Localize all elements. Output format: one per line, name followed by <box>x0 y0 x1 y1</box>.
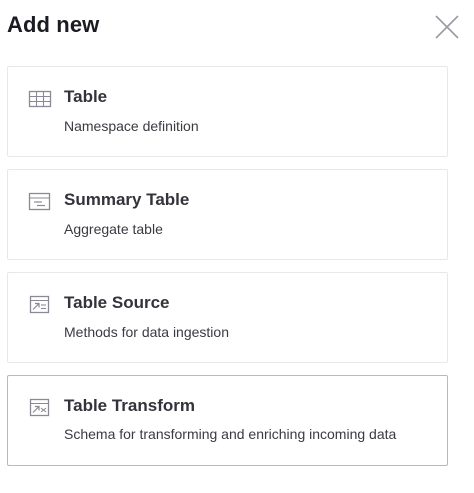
option-description: Schema for transforming and enriching in… <box>64 426 397 442</box>
option-description: Aggregate table <box>64 221 163 237</box>
option-name: Table Source <box>64 293 170 312</box>
add-new-dialog: Add new Table Namespace definition Summa… <box>0 0 474 493</box>
table-grid-icon <box>28 89 52 109</box>
option-description: Namespace definition <box>64 118 199 134</box>
option-table-transform[interactable]: Table Transform Schema for transforming … <box>7 375 448 466</box>
dialog-title: Add new <box>7 12 100 37</box>
option-table-source[interactable]: Table Source Methods for data ingestion <box>7 272 448 363</box>
option-table[interactable]: Table Namespace definition <box>7 66 448 157</box>
close-icon[interactable] <box>434 14 460 40</box>
summary-table-icon <box>28 192 52 212</box>
table-source-icon <box>28 295 52 315</box>
option-summary-table[interactable]: Summary Table Aggregate table <box>7 169 448 260</box>
option-name: Table Transform <box>64 396 195 415</box>
option-name: Summary Table <box>64 190 190 209</box>
table-transform-icon <box>28 398 52 418</box>
option-description: Methods for data ingestion <box>64 324 229 340</box>
option-name: Table <box>64 87 108 106</box>
